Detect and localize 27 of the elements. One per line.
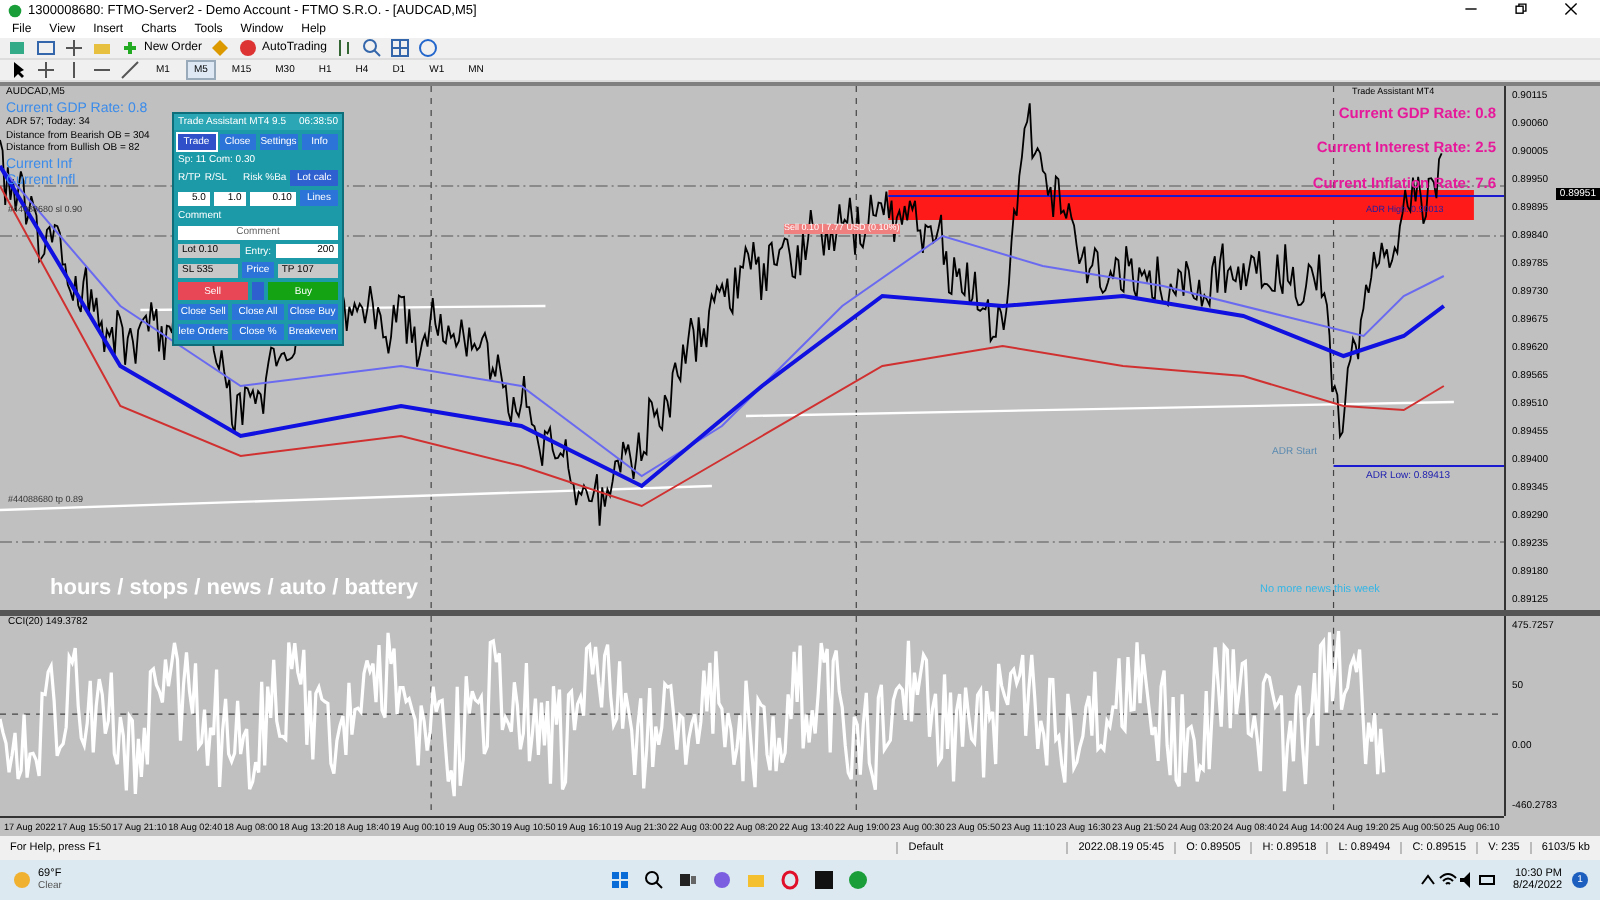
banner-text: hours / stops / news / auto / battery: [50, 578, 418, 600]
trendline-icon[interactable]: [120, 60, 140, 80]
chat-icon[interactable]: [712, 870, 733, 890]
moon-icon: [12, 870, 32, 890]
app-logo-icon[interactable]: [848, 870, 869, 890]
plus-icon: [120, 38, 140, 58]
crosshair-icon[interactable]: [64, 38, 84, 58]
cursor-icon[interactable]: [8, 60, 28, 80]
window-icon[interactable]: [36, 38, 56, 58]
grid-icon[interactable]: [390, 38, 411, 58]
toggle-button[interactable]: [251, 282, 265, 300]
wifi-icon[interactable]: [1437, 870, 1458, 890]
search-icon[interactable]: [644, 870, 665, 890]
crosshair-icon[interactable]: [36, 60, 56, 80]
chevron-icon[interactable]: [1417, 870, 1438, 890]
tv-logo-icon[interactable]: [814, 870, 835, 890]
zoom-in-icon[interactable]: [362, 38, 383, 58]
bar-chart-icon[interactable]: [334, 38, 355, 58]
task-view-icon[interactable]: [678, 870, 699, 890]
browser-icon[interactable]: [780, 870, 801, 890]
stop-icon: [238, 38, 259, 58]
app-logo-icon: [8, 3, 22, 17]
restore-icon[interactable]: [1513, 1, 1527, 15]
close-icon[interactable]: [1563, 1, 1577, 15]
battery-icon[interactable]: [1477, 870, 1498, 890]
windows-icon[interactable]: [610, 870, 631, 890]
clock-icon[interactable]: [418, 38, 439, 58]
